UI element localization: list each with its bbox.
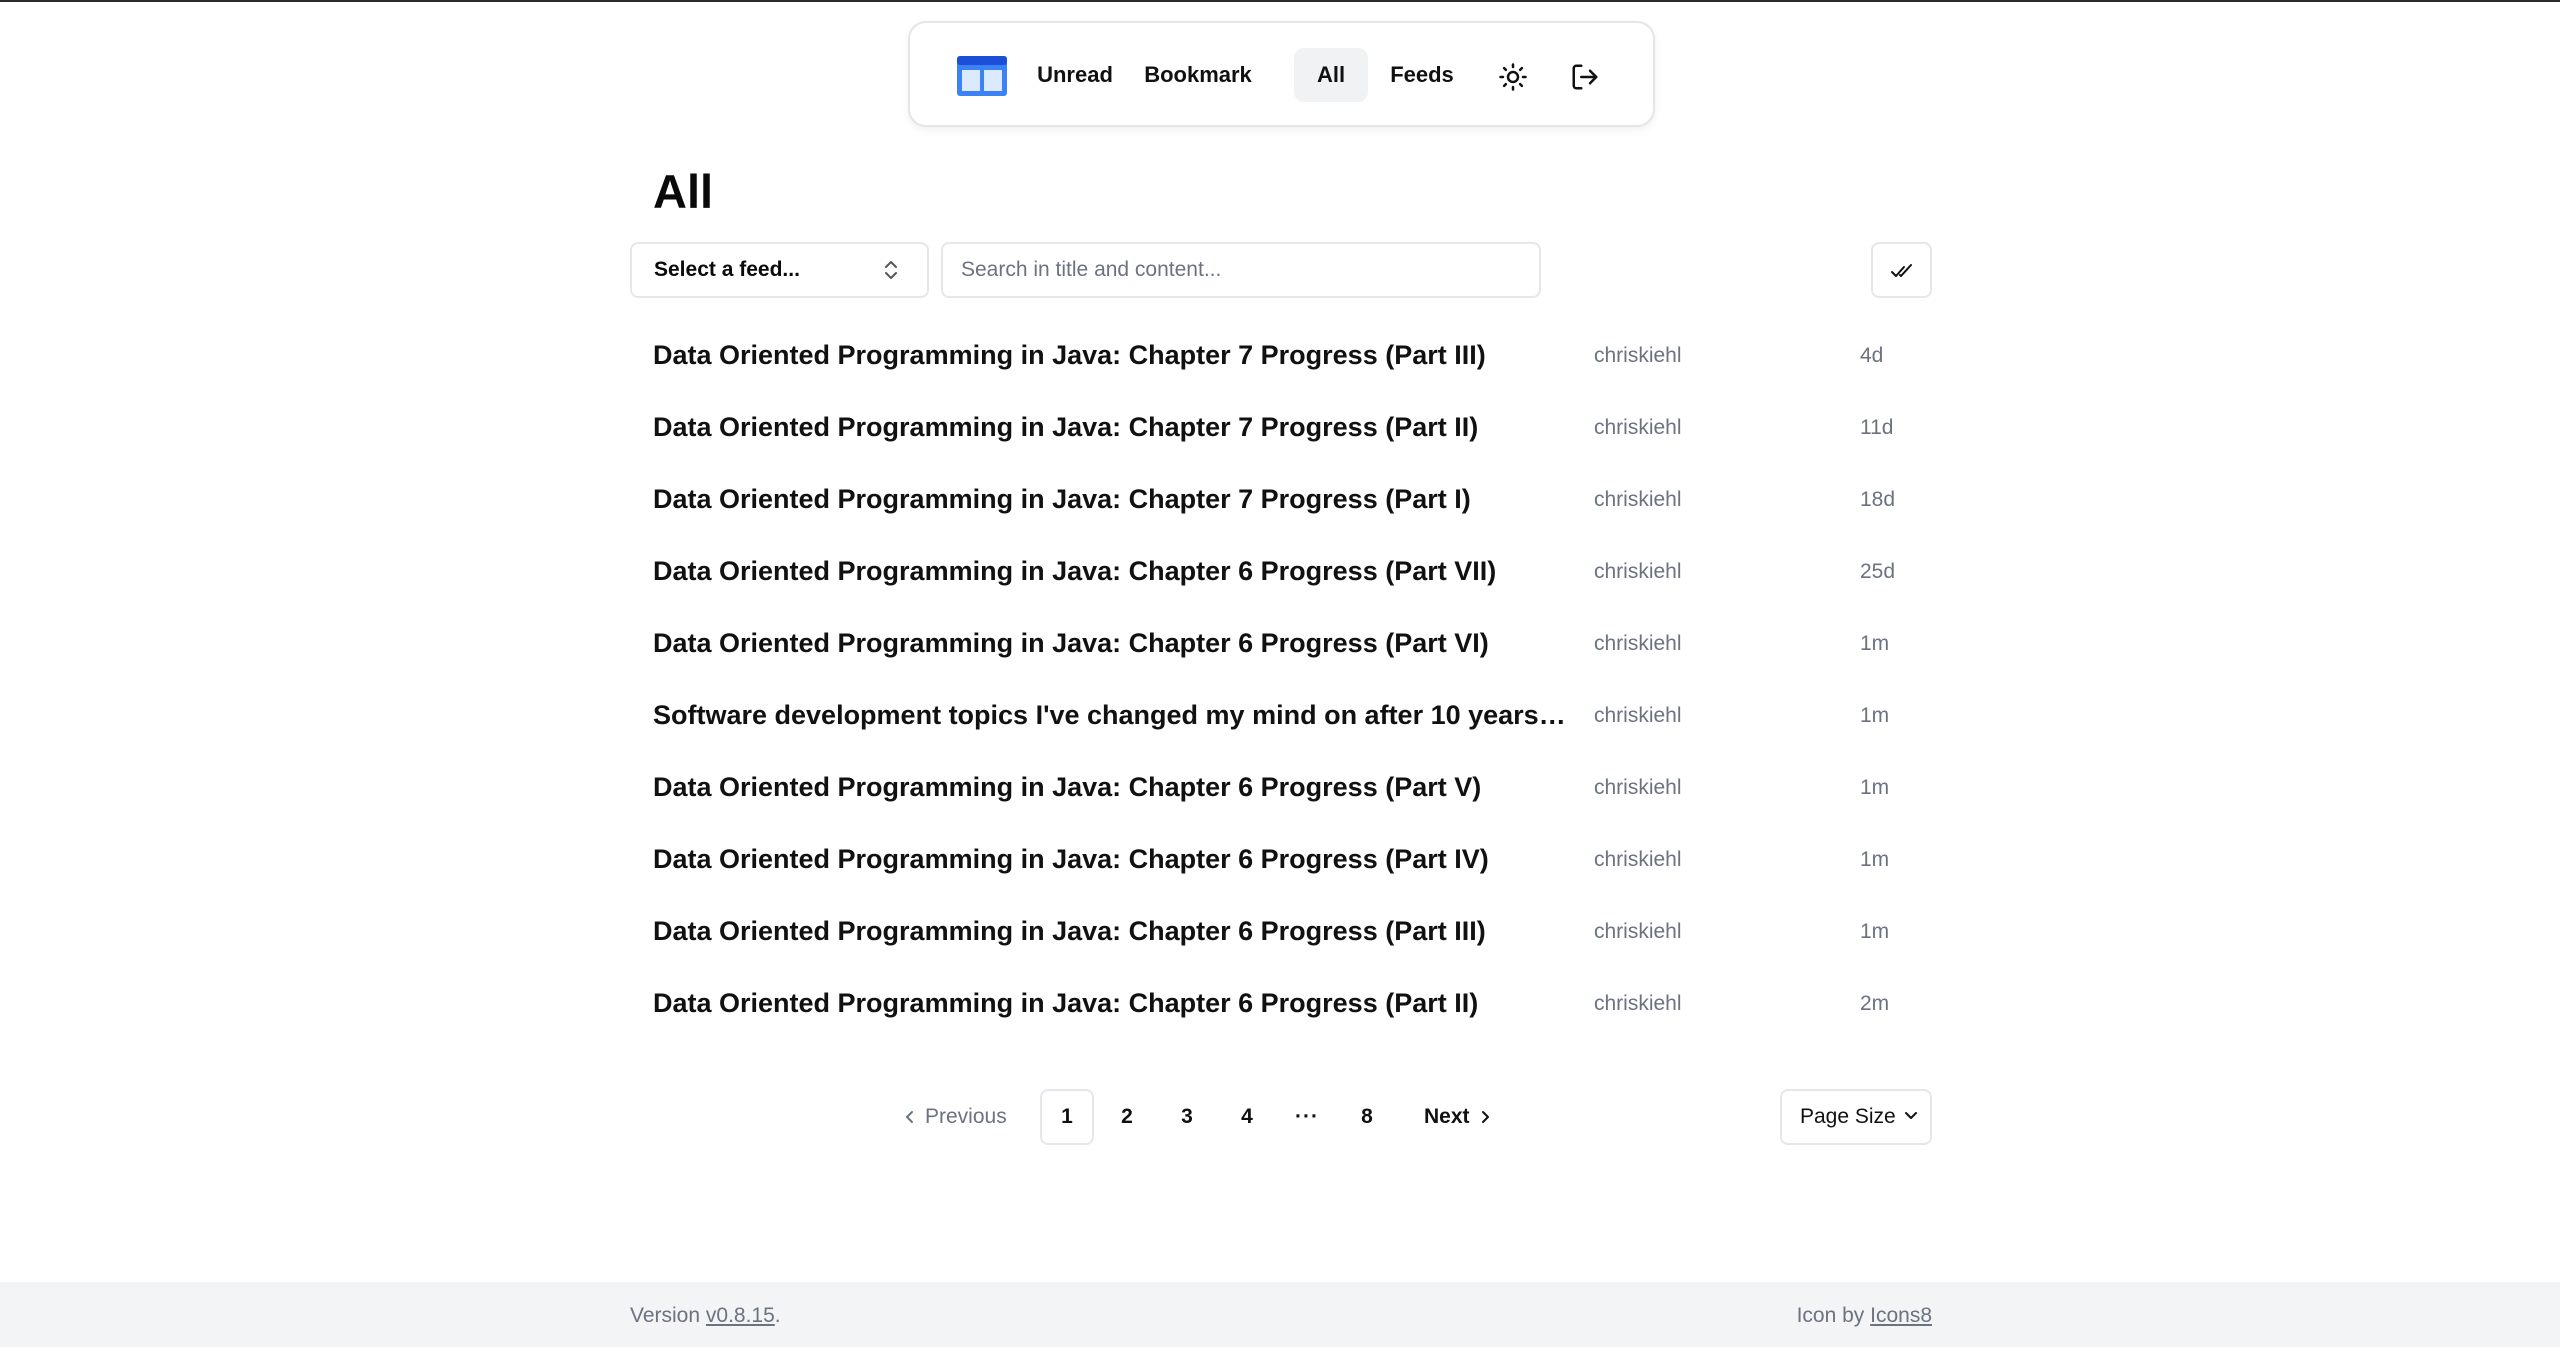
nav-unread[interactable]: Unread xyxy=(1028,48,1122,102)
item-title[interactable]: Data Oriented Programming in Java: Chapt… xyxy=(653,988,1570,1019)
previous-label: Previous xyxy=(925,1105,1007,1128)
list-item[interactable]: Data Oriented Programming in Java: Chapt… xyxy=(653,754,1943,826)
item-title[interactable]: Data Oriented Programming in Java: Chapt… xyxy=(653,772,1570,803)
article-list: Data Oriented Programming in Java: Chapt… xyxy=(653,322,1943,1042)
nav-bookmark[interactable]: Bookmark xyxy=(1132,48,1264,102)
item-title[interactable]: Data Oriented Programming in Java: Chapt… xyxy=(653,556,1570,587)
list-item[interactable]: Data Oriented Programming in Java: Chapt… xyxy=(653,898,1943,970)
page-title: All xyxy=(653,165,714,218)
version-link[interactable]: v0.8.15 xyxy=(706,1304,775,1327)
list-item[interactable]: Data Oriented Programming in Java: Chapt… xyxy=(653,610,1943,682)
item-age: 1m xyxy=(1860,848,1890,871)
item-title[interactable]: Software development topics I've changed… xyxy=(653,700,1570,731)
item-author: chriskiehl xyxy=(1594,920,1682,943)
list-item[interactable]: Data Oriented Programming in Java: Chapt… xyxy=(653,538,1943,610)
version-prefix: Version xyxy=(630,1304,706,1327)
chevron-left-icon xyxy=(906,1111,913,1123)
version-text: Version v0.8.15. xyxy=(630,1304,781,1328)
page-size-dropdown[interactable]: Page Size xyxy=(1780,1089,1932,1145)
page-button-2[interactable]: 2 xyxy=(1100,1089,1154,1145)
item-age: 1m xyxy=(1860,632,1890,655)
list-item[interactable]: Data Oriented Programming in Java: Chapt… xyxy=(653,466,1943,538)
item-author: chriskiehl xyxy=(1594,344,1682,367)
feed-select-label: Select a feed... xyxy=(654,258,800,281)
icon-credit: Icon by Icons8 xyxy=(1797,1304,1932,1328)
page-size-label: Page Size xyxy=(1800,1105,1896,1128)
top-nav: Unread Bookmark All Feeds xyxy=(908,21,1655,127)
item-title[interactable]: Data Oriented Programming in Java: Chapt… xyxy=(653,916,1570,947)
item-title[interactable]: Data Oriented Programming in Java: Chapt… xyxy=(653,412,1570,443)
item-age: 4d xyxy=(1860,344,1884,367)
double-check-icon xyxy=(1891,264,1912,277)
previous-page-button[interactable]: Previous xyxy=(903,1089,1007,1145)
footer: Version v0.8.15. Icon by Icons8 xyxy=(0,1282,2560,1347)
feed-select[interactable]: Select a feed... xyxy=(630,242,929,298)
item-author: chriskiehl xyxy=(1594,416,1682,439)
page-button-8[interactable]: 8 xyxy=(1340,1089,1394,1145)
item-author: chriskiehl xyxy=(1594,560,1682,583)
pagination-ellipsis: ··· xyxy=(1295,1105,1319,1128)
chevron-up-down-icon xyxy=(885,261,897,279)
list-item[interactable]: Data Oriented Programming in Java: Chapt… xyxy=(653,826,1943,898)
item-author: chriskiehl xyxy=(1594,488,1682,511)
nav-feeds[interactable]: Feeds xyxy=(1378,48,1466,102)
credit-prefix: Icon by xyxy=(1796,1304,1871,1327)
top-border xyxy=(0,0,2560,2)
item-title[interactable]: Data Oriented Programming in Java: Chapt… xyxy=(653,340,1570,371)
list-item[interactable]: Data Oriented Programming in Java: Chapt… xyxy=(653,394,1943,466)
item-age: 1m xyxy=(1860,704,1890,727)
version-suffix: . xyxy=(774,1304,781,1327)
search-input[interactable] xyxy=(941,242,1541,298)
chevron-down-icon xyxy=(1904,1112,1917,1119)
item-author: chriskiehl xyxy=(1594,632,1682,655)
item-author: chriskiehl xyxy=(1594,992,1682,1015)
item-author: chriskiehl xyxy=(1594,848,1682,871)
item-age: 1m xyxy=(1860,776,1890,799)
next-page-button[interactable]: Next xyxy=(1424,1089,1492,1145)
item-age: 18d xyxy=(1860,488,1896,511)
item-age: 25d xyxy=(1860,560,1896,583)
item-author: chriskiehl xyxy=(1594,704,1682,727)
logout-icon[interactable] xyxy=(1570,62,1600,92)
list-item[interactable]: Software development topics I've changed… xyxy=(653,682,1943,754)
next-label: Next xyxy=(1424,1105,1470,1128)
item-age: 11d xyxy=(1860,416,1894,439)
icons8-link[interactable]: Icons8 xyxy=(1870,1304,1932,1327)
item-age: 1m xyxy=(1860,920,1890,943)
sun-icon[interactable] xyxy=(1498,62,1528,92)
nav-all[interactable]: All xyxy=(1294,48,1368,102)
list-item[interactable]: Data Oriented Programming in Java: Chapt… xyxy=(653,970,1943,1042)
item-title[interactable]: Data Oriented Programming in Java: Chapt… xyxy=(653,628,1570,659)
item-author: chriskiehl xyxy=(1594,776,1682,799)
list-item[interactable]: Data Oriented Programming in Java: Chapt… xyxy=(653,322,1943,394)
item-title[interactable]: Data Oriented Programming in Java: Chapt… xyxy=(653,484,1570,515)
mark-all-read-button[interactable] xyxy=(1871,242,1932,298)
item-age: 2m xyxy=(1860,992,1890,1015)
app-logo-icon[interactable] xyxy=(956,55,1008,97)
page-button-3[interactable]: 3 xyxy=(1160,1089,1214,1145)
chevron-right-icon xyxy=(1481,1111,1489,1123)
page-button-1[interactable]: 1 xyxy=(1040,1089,1094,1145)
item-title[interactable]: Data Oriented Programming in Java: Chapt… xyxy=(653,844,1570,875)
page-button-4[interactable]: 4 xyxy=(1220,1089,1274,1145)
